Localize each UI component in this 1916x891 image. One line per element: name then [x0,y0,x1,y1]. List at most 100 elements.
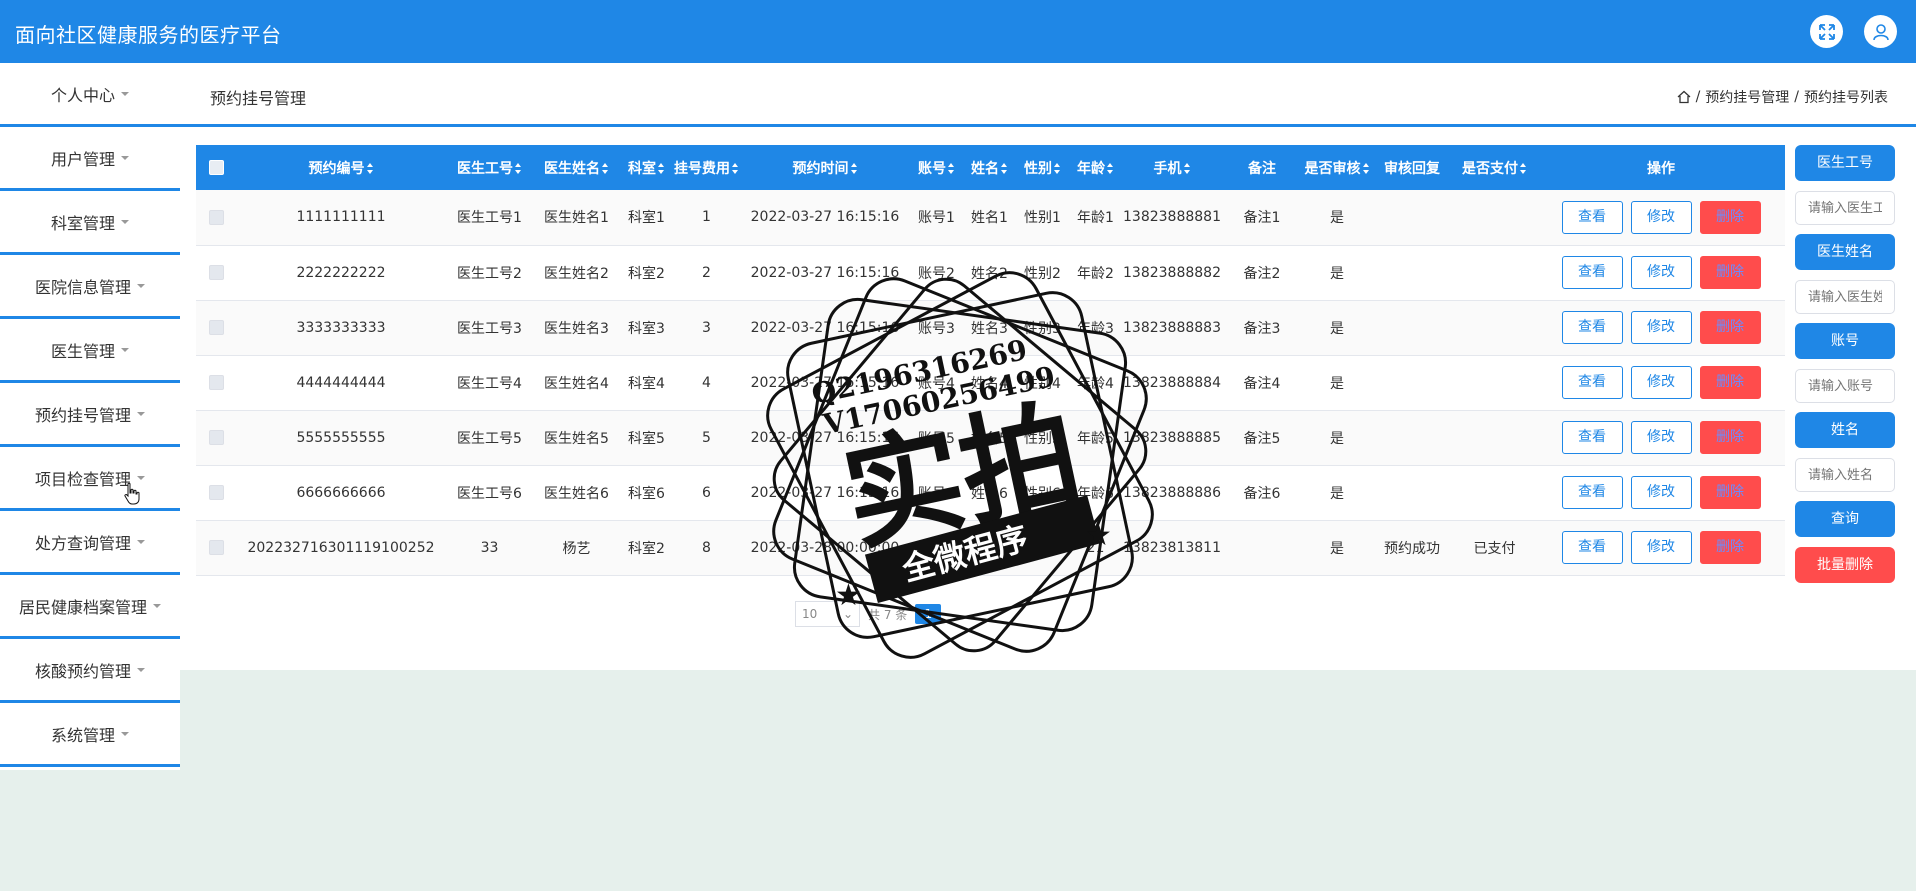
column-header[interactable]: 科室 [620,145,673,190]
column-header[interactable]: 医生工号 [446,145,533,190]
table-cell: 备注5 [1222,410,1302,466]
view-button[interactable]: 查看 [1561,531,1623,564]
edit-button[interactable]: 修改 [1630,366,1692,399]
breadcrumb-item[interactable]: 预约挂号管理 [1705,87,1789,107]
table-cell: 13823888886 [1122,465,1222,521]
column-header[interactable]: 姓名 [963,145,1016,190]
sidebar-item-users[interactable]: 用户管理 [0,127,180,191]
table-cell: 13823888885 [1122,410,1222,466]
sort-icon [948,163,955,174]
sidebar-item-system[interactable]: 系统管理 [0,703,180,767]
column-header[interactable]: 预约编号 [236,145,446,190]
row-checkbox[interactable] [208,430,224,445]
table-cell [1222,520,1302,576]
account-input[interactable] [1795,369,1895,403]
column-header[interactable]: 性别 [1016,145,1069,190]
chevron-down-icon [137,475,145,480]
doctor-id-input[interactable] [1795,191,1895,225]
row-checkbox[interactable] [208,209,224,225]
table-cell [1372,410,1452,466]
name-input[interactable] [1795,458,1895,492]
edit-button[interactable]: 修改 [1630,421,1692,454]
column-header[interactable]: 医生姓名 [533,145,620,190]
table-cell: 已支付 [1452,520,1537,576]
sidebar-item-doctors[interactable]: 医生管理 [0,319,180,383]
table-cell: 11 [910,520,963,576]
row-checkbox[interactable] [208,320,224,335]
table-cell: 年龄4 [1069,355,1122,411]
delete-button[interactable]: 删除 [1699,366,1761,399]
table-cell: 医生姓名3 [533,300,620,356]
edit-button[interactable]: 修改 [1630,256,1692,289]
table-cell: 性别3 [1016,300,1069,356]
row-checkbox[interactable] [208,265,224,280]
sidebar-item-departments[interactable]: 科室管理 [0,191,180,255]
sidebar-item-health-records[interactable]: 居民健康档案管理 [0,575,180,639]
column-header[interactable]: 年龄 [1069,145,1122,190]
sidebar-item-appointments[interactable]: 预约挂号管理 [0,383,180,447]
row-checkbox[interactable] [208,485,224,500]
view-button[interactable]: 查看 [1561,256,1623,289]
edit-button[interactable]: 修改 [1630,200,1692,234]
query-button[interactable]: 查询 [1795,501,1895,537]
row-checkbox[interactable] [208,540,224,555]
column-header[interactable]: 预约时间 [740,145,910,190]
page-size-select[interactable]: 10 ⌄ [795,601,860,627]
sidebar-item-prescriptions[interactable]: 处方查询管理 [0,511,180,575]
view-button[interactable]: 查看 [1561,366,1623,399]
delete-button[interactable]: 删除 [1699,200,1761,234]
batch-delete-button[interactable]: 批量删除 [1795,547,1895,583]
delete-button[interactable]: 删除 [1699,531,1761,564]
table-cell: 科室2 [620,520,673,576]
table-cell: 姓名3 [963,300,1016,356]
column-header[interactable]: 手机 [1122,145,1222,190]
select-all-checkbox[interactable] [208,160,224,175]
row-actions: 查看 修改 删除 [1537,300,1785,356]
search-panel: 医生工号 医生姓名 账号 姓名 查询 批量删除 [1795,145,1895,593]
fullscreen-button[interactable] [1810,15,1843,48]
breadcrumb-separator: / [1695,89,1701,105]
view-button[interactable]: 查看 [1561,311,1623,344]
table-cell: 2022-03-27 16:15:16 [740,300,910,356]
edit-button[interactable]: 修改 [1630,476,1692,509]
view-button[interactable]: 查看 [1561,421,1623,454]
table-cell: 医生姓名1 [533,190,620,246]
table-cell: 是 [1302,410,1372,466]
sidebar-item-label: 系统管理 [50,725,115,745]
home-icon[interactable] [1677,90,1691,104]
table-cell: 预约成功 [1372,520,1452,576]
row-checkbox[interactable] [208,375,224,390]
sidebar-item-label: 核酸预约管理 [34,661,131,681]
delete-button[interactable]: 删除 [1699,476,1761,509]
table-cell: 13823888882 [1122,245,1222,301]
chevron-down-icon [121,91,129,96]
sidebar-item-hospital-info[interactable]: 医院信息管理 [0,255,180,319]
edit-button[interactable]: 修改 [1630,531,1692,564]
table-cell: 年龄3 [1069,300,1122,356]
column-header[interactable]: 是否支付 [1452,145,1537,190]
column-header[interactable]: 是否审核 [1302,145,1372,190]
table-cell: 备注2 [1222,245,1302,301]
delete-button[interactable]: 删除 [1699,256,1761,289]
row-select-cell [196,355,236,411]
view-button[interactable]: 查看 [1561,200,1623,234]
table-cell: 账号3 [910,300,963,356]
edit-button[interactable]: 修改 [1630,311,1692,344]
sidebar-item-personal-center[interactable]: 个人中心 [0,63,180,127]
column-header[interactable]: 挂号费用 [673,145,740,190]
column-header[interactable]: 账号 [910,145,963,190]
view-button[interactable]: 查看 [1561,476,1623,509]
doctor-name-input[interactable] [1795,280,1895,314]
table-cell [1372,190,1452,246]
table-cell: 科室1 [620,190,673,246]
page-number-current[interactable]: 1 [915,604,942,624]
sidebar-item-nucleic-acid[interactable]: 核酸预约管理 [0,639,180,703]
table-cell: 姓名6 [963,465,1016,521]
sidebar-item-examinations[interactable]: 项目检查管理 [0,447,180,511]
delete-button[interactable]: 删除 [1699,421,1761,454]
user-button[interactable] [1864,15,1897,48]
delete-button[interactable]: 删除 [1699,311,1761,344]
table-cell: 是 [1302,465,1372,521]
row-actions: 查看 修改 删除 [1537,245,1785,301]
sidebar-item-label: 预约挂号管理 [34,405,131,425]
